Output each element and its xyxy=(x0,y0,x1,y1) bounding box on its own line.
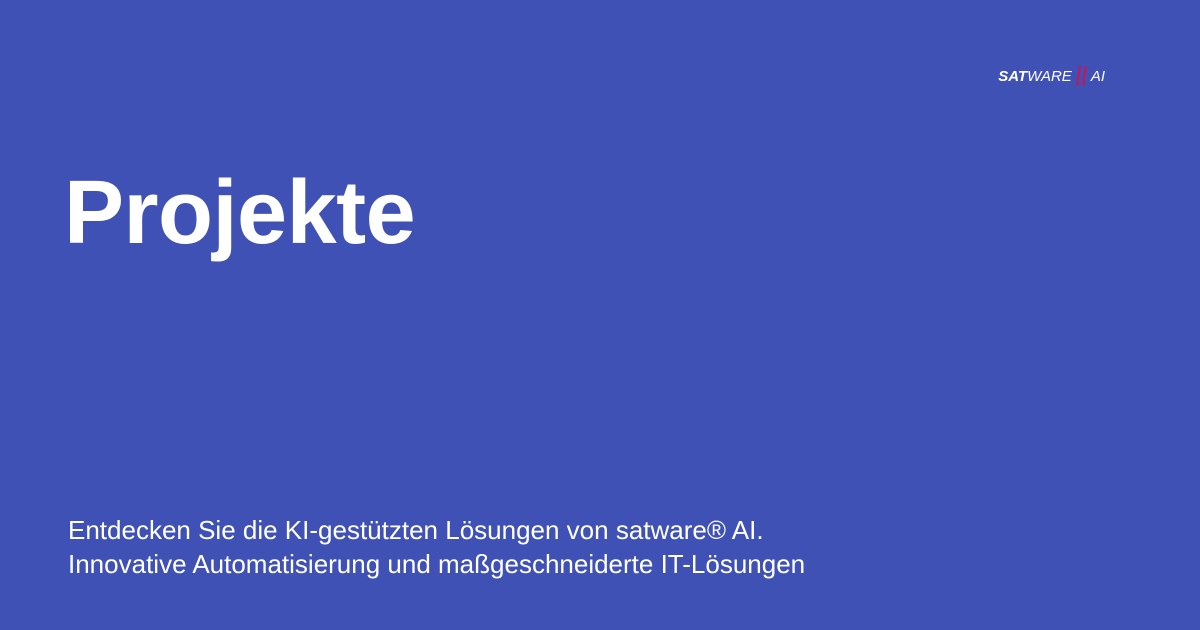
logo-text-sat: SAT xyxy=(998,67,1028,85)
logo-double-slash-icon xyxy=(1075,65,1087,87)
description-line-1: Entdecken Sie die KI-gestützten Lösungen… xyxy=(68,515,764,545)
page-description: Entdecken Sie die KI-gestützten Lösungen… xyxy=(68,513,805,581)
page-title: Projekte xyxy=(64,163,416,263)
social-card: SAT WARE AI Projekte Entdecken Sie die K… xyxy=(0,0,1200,630)
logo-text-ai: AI xyxy=(1090,67,1105,85)
description-line-2: Innovative Automatisierung und maßgeschn… xyxy=(68,549,806,579)
satware-ai-logo: SAT WARE AI xyxy=(998,64,1105,88)
logo-text-ware: WARE xyxy=(1027,67,1072,85)
